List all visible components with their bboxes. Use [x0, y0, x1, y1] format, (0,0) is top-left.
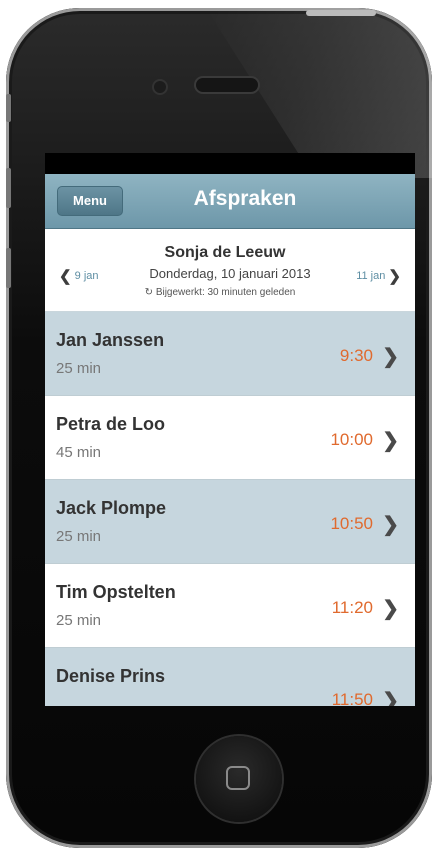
patient-name: Jack Plompe	[56, 498, 167, 518]
current-date: Donderdag, 10 januari 2013	[149, 266, 311, 281]
previous-day-link[interactable]: ❮ 9 jan	[59, 267, 99, 285]
appointment-list: Jan Janssen 25 min 9:30 ❯ Petra de Loo 4…	[45, 312, 415, 706]
appointment-time: 9:30	[339, 346, 373, 365]
screen: Menu Afspraken ❮ 9 jan Sonja de Leeuw Do…	[45, 153, 415, 706]
chevron-right-icon: ❯	[382, 346, 399, 368]
status-bar	[45, 153, 415, 174]
chevron-left-icon: ❮	[59, 268, 72, 285]
date-header: ❮ 9 jan Sonja de Leeuw Donderdag, 10 jan…	[45, 229, 415, 312]
appointment-duration: 25 min	[56, 612, 102, 629]
last-updated-text: Bijgewerkt: 30 minuten geleden	[155, 287, 296, 298]
appointment-duration: 25 min	[56, 528, 102, 545]
appointment-duration: 25 min	[56, 360, 102, 377]
home-button[interactable]	[196, 736, 282, 822]
chevron-right-icon: ❯	[382, 514, 399, 536]
power-button	[306, 10, 376, 16]
home-square-icon	[226, 766, 250, 790]
mute-switch	[6, 94, 11, 122]
chevron-right-icon: ❯	[382, 598, 399, 620]
header-details: Sonja de Leeuw Donderdag, 10 januari 201…	[105, 244, 355, 298]
patient-name: Jan Janssen	[56, 330, 165, 350]
chevron-right-icon: ❯	[382, 690, 399, 706]
patient-name: Tim Opstelten	[56, 582, 176, 602]
appointment-row[interactable]: Denise Prins 11:50 ❯	[45, 648, 415, 706]
last-updated: ↻ Bijgewerkt: 30 minuten geleden	[85, 287, 355, 298]
chevron-right-icon: ❯	[388, 268, 401, 285]
volume-down-button	[6, 248, 11, 288]
refresh-icon: ↻	[144, 287, 154, 298]
patient-name: Petra de Loo	[56, 414, 166, 434]
next-day-link[interactable]: 11 jan ❯	[356, 267, 401, 285]
appointment-time: 11:50	[331, 690, 373, 706]
appointment-time: 11:20	[331, 598, 373, 617]
page-title: Afspraken	[193, 187, 297, 210]
volume-up-button	[6, 168, 11, 208]
appointment-row[interactable]: Jack Plompe 25 min 10:50 ❯	[45, 480, 415, 564]
appointment-duration: 45 min	[56, 444, 102, 461]
next-day-label: 11 jan	[356, 269, 386, 282]
front-camera	[154, 81, 166, 93]
appointment-time: 10:00	[330, 430, 373, 449]
appointment-row[interactable]: Jan Janssen 25 min 9:30 ❯	[45, 312, 415, 396]
earpiece-speaker	[196, 78, 258, 92]
patient-name: Denise Prins	[56, 666, 166, 686]
appointment-row[interactable]: Petra de Loo 45 min 10:00 ❯	[45, 396, 415, 480]
previous-day-label: 9 jan	[74, 269, 99, 282]
practitioner-name: Sonja de Leeuw	[164, 244, 286, 261]
navigation-bar: Menu Afspraken	[45, 174, 415, 229]
appointment-row[interactable]: Tim Opstelten 25 min 11:20 ❯	[45, 564, 415, 648]
appointment-time: 10:50	[330, 514, 373, 533]
chevron-right-icon: ❯	[382, 430, 399, 452]
